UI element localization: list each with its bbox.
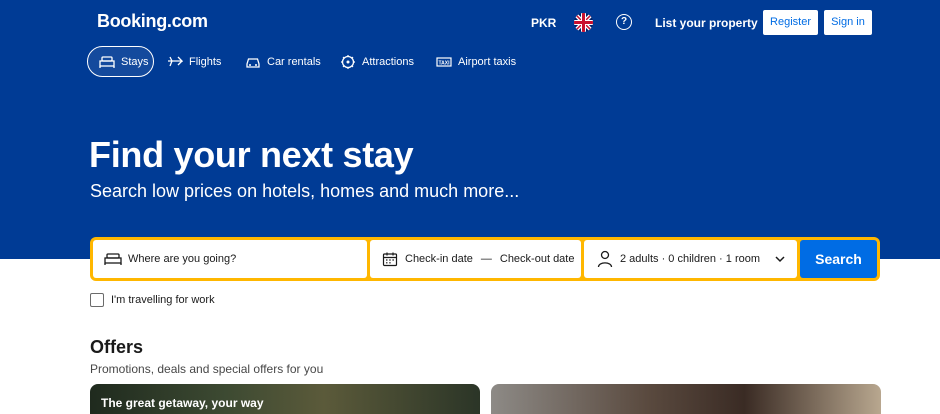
hero-banner: Booking.com PKR ? List your property Reg… bbox=[0, 0, 940, 259]
tab-car-rentals[interactable]: Car rentals bbox=[245, 46, 321, 77]
bed-icon bbox=[104, 250, 122, 268]
destination-field[interactable]: Where are you going? bbox=[93, 240, 367, 278]
work-travel-checkbox[interactable] bbox=[90, 293, 104, 307]
occupancy-label: 2 adults · 0 children · 1 room bbox=[620, 253, 761, 265]
tab-airport-taxis[interactable]: TAXI Airport taxis bbox=[436, 46, 516, 77]
search-button[interactable]: Search bbox=[800, 240, 877, 278]
chevron-down-icon bbox=[773, 252, 787, 266]
attractions-icon bbox=[340, 54, 356, 70]
checkout-label: Check-out date bbox=[499, 253, 575, 265]
tab-airport-taxis-label: Airport taxis bbox=[458, 55, 517, 68]
offer-card[interactable] bbox=[491, 384, 881, 414]
calendar-icon bbox=[381, 250, 399, 268]
plane-icon bbox=[167, 54, 183, 70]
search-bar: Where are you going? Check-in date — Che… bbox=[90, 237, 880, 281]
offers-subtitle: Promotions, deals and special offers for… bbox=[90, 362, 324, 376]
bed-icon bbox=[99, 54, 115, 70]
hero-subtitle: Search low prices on hotels, homes and m… bbox=[90, 181, 520, 201]
register-button[interactable]: Register bbox=[763, 10, 818, 35]
date-range-field[interactable]: Check-in date — Check-out date bbox=[370, 240, 581, 278]
car-icon bbox=[245, 54, 261, 70]
tab-flights-label: Flights bbox=[189, 55, 222, 68]
uk-flag-icon[interactable] bbox=[574, 13, 593, 32]
work-travel-label: I'm travelling for work bbox=[111, 294, 215, 306]
tab-car-rentals-label: Car rentals bbox=[267, 55, 321, 68]
booking-logo[interactable]: Booking.com bbox=[97, 11, 208, 32]
destination-placeholder: Where are you going? bbox=[128, 253, 237, 265]
help-icon[interactable]: ? bbox=[616, 14, 632, 30]
hero-title: Find your next stay bbox=[89, 134, 414, 175]
currency-selector[interactable]: PKR bbox=[531, 16, 556, 30]
checkin-label: Check-in date bbox=[405, 253, 473, 265]
tab-flights[interactable]: Flights bbox=[167, 46, 221, 77]
offers-title: Offers bbox=[90, 337, 144, 357]
sign-in-button[interactable]: Sign in bbox=[824, 10, 872, 35]
tab-attractions-label: Attractions bbox=[362, 55, 414, 68]
work-travel-checkbox-row[interactable]: I'm travelling for work bbox=[90, 293, 215, 307]
tab-attractions[interactable]: Attractions bbox=[340, 46, 414, 77]
offer-card-title: The great getaway, your way bbox=[101, 396, 264, 410]
tab-stays[interactable]: Stays bbox=[87, 46, 154, 77]
offer-card[interactable]: The great getaway, your way bbox=[90, 384, 480, 414]
tab-stays-label: Stays bbox=[121, 55, 149, 68]
svg-text:TAXI: TAXI bbox=[438, 60, 450, 66]
date-separator: — bbox=[480, 253, 492, 265]
occupancy-field[interactable]: 2 adults · 0 children · 1 room bbox=[584, 240, 797, 278]
taxi-icon: TAXI bbox=[436, 54, 452, 70]
list-your-property-link[interactable]: List your property bbox=[655, 16, 758, 30]
person-icon bbox=[596, 250, 614, 268]
